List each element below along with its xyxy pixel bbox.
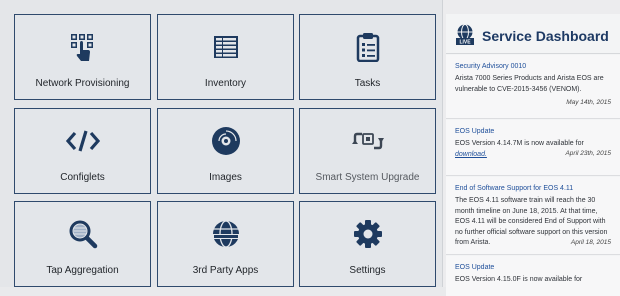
news-body-text: EOS Version 4.14.7M is now available for [455, 140, 584, 147]
news-title-link[interactable]: End of Software Support for EOS 4.11 [455, 185, 611, 192]
news-title-link[interactable]: EOS Update [455, 128, 611, 135]
tile-inventory[interactable]: Inventory [157, 14, 294, 100]
tile-settings[interactable]: Settings [299, 201, 436, 287]
download-link[interactable]: download. [455, 151, 487, 158]
dashboard-header: LIVE Service Dashboard [446, 14, 620, 54]
news-item: Security Advisory 0010 Arista 7000 Serie… [446, 55, 620, 119]
news-title-link[interactable]: EOS Update [455, 264, 611, 271]
app-frame: Network Provisioning Inventory Tasks Con… [0, 0, 620, 296]
news-title-link[interactable]: Security Advisory 0010 [455, 63, 611, 70]
tile-label: 3rd Party Apps [192, 265, 259, 276]
tile-tasks[interactable]: Tasks [299, 14, 436, 100]
network-provisioning-icon [15, 31, 150, 63]
tile-3rd-party-apps[interactable]: 3rd Party Apps [157, 201, 294, 287]
app-tile-grid: Network Provisioning Inventory Tasks Con… [14, 14, 436, 287]
gear-icon [300, 218, 435, 250]
news-date: May 14th, 2015 [566, 99, 611, 106]
tile-tap-aggregation[interactable]: Tap Aggregation [14, 201, 151, 287]
service-dashboard-panel: LIVE Service Dashboard Security Advisory… [446, 14, 620, 296]
news-body: Arista 7000 Series Products and Arista E… [455, 75, 604, 93]
dashboard-title: Service Dashboard [482, 28, 609, 44]
news-item: EOS Update EOS Version 4.15.0F is now av… [446, 256, 620, 296]
tile-label: Images [209, 172, 242, 183]
tile-label: Network Provisioning [35, 78, 130, 89]
live-globe-icon: LIVE [455, 24, 475, 51]
news-body: EOS Version 4.15.0F is now available for [455, 276, 583, 283]
disc-icon [158, 125, 293, 157]
magnifier-icon [15, 218, 150, 250]
tile-configlets[interactable]: Configlets [14, 108, 151, 194]
tile-label: Tasks [354, 78, 381, 89]
tile-label: Inventory [204, 78, 247, 89]
tile-label: Settings [349, 265, 386, 276]
news-item: End of Software Support for EOS 4.11 The… [446, 177, 620, 255]
tile-network-provisioning[interactable]: Network Provisioning [14, 14, 151, 100]
tile-images[interactable]: Images [157, 108, 294, 194]
code-brackets-icon [15, 125, 150, 157]
upgrade-arrows-icon [300, 125, 435, 157]
tile-smart-system-upgrade[interactable]: Smart System Upgrade [299, 108, 436, 194]
inventory-icon [158, 31, 293, 63]
tile-label: Tap Aggregation [46, 265, 119, 276]
tile-label: Configlets [60, 172, 105, 183]
news-item: EOS Update EOS Version 4.14.7M is now av… [446, 120, 620, 176]
globe-apps-icon [158, 218, 293, 250]
app-launcher-panel: Network Provisioning Inventory Tasks Con… [0, 0, 443, 287]
live-badge: LIVE [459, 40, 471, 46]
tasks-clipboard-icon [300, 31, 435, 63]
tile-label: Smart System Upgrade [315, 172, 420, 183]
